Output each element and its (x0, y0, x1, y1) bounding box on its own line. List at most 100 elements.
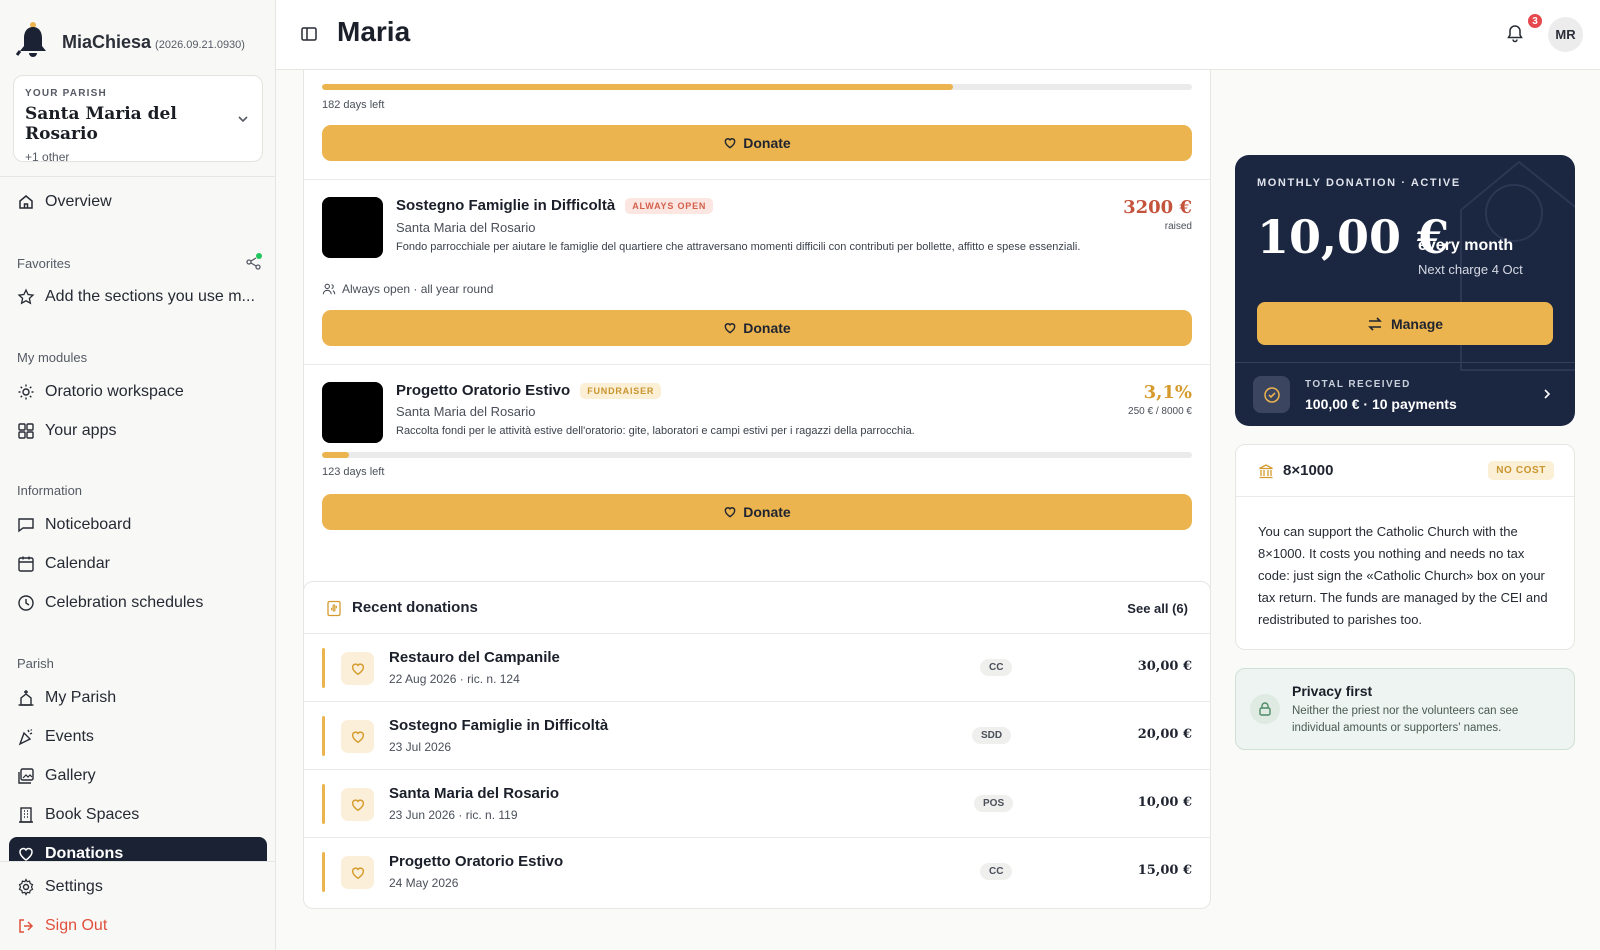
monthly-donation-card: MONTHLY DONATION · ACTIVE 10,00 € every … (1235, 155, 1575, 426)
campaign-tag-fundraiser: FUNDRAISER (580, 382, 662, 399)
row-accent-bar (322, 852, 325, 892)
table-row[interactable]: Sostegno Famiglie in Difficoltà 23 Jul 20… (304, 702, 1210, 770)
donate-button[interactable]: Donate (322, 125, 1192, 161)
notification-bell-icon[interactable] (1505, 23, 1525, 48)
campaign-thumbnail (322, 197, 383, 258)
parish-selector[interactable]: YOUR PARISH Santa Maria del Rosario +1 o… (13, 75, 263, 164)
donation-date: 23 Jul 2026 (389, 740, 452, 754)
check-badge-icon (1253, 376, 1290, 413)
sidebar-toggle-icon[interactable] (300, 25, 318, 48)
donate-label: Donate (743, 320, 791, 336)
no-cost-badge: NO COST (1488, 461, 1554, 480)
heart-icon (724, 323, 736, 334)
campaign-parish: Santa Maria del Rosario (396, 220, 536, 235)
sidebar-item-label: Celebration schedules (45, 594, 204, 611)
see-all-link[interactable]: See all (6) (1127, 601, 1188, 616)
campaign-progress-bar (322, 84, 1192, 90)
home-icon (19, 195, 33, 209)
sidebar-item-events[interactable]: Events (9, 720, 267, 754)
heart-icon (724, 507, 736, 518)
campaign-title-text: Sostegno Famiglie in Difficoltà (396, 197, 616, 214)
sidebar-item-oratorio-workspace[interactable]: Oratorio workspace (9, 375, 267, 409)
sidebar-item-settings[interactable]: Settings (9, 870, 267, 904)
campaign-thumbnail (322, 382, 383, 443)
donation-amount: 10,00 € (1137, 795, 1192, 810)
table-row[interactable]: Santa Maria del Rosario 23 Jun 2026 · ric… (304, 770, 1210, 838)
campaign-tag-always-open: ALWAYS OPEN (625, 197, 714, 214)
donation-amount: 20,00 € (1137, 727, 1192, 742)
campaign-amount-sub: 250 € / 8000 € (1128, 406, 1192, 417)
lock-icon (1250, 694, 1280, 724)
message-icon (18, 518, 34, 533)
sidebar-item-overview[interactable]: Overview (9, 185, 267, 219)
recent-donations-header: Recent donations See all (6) (304, 582, 1210, 634)
main-content: 182 days left Donate Sostegno Famiglie i… (276, 70, 1600, 950)
sidebar-item-donations[interactable]: Donations (9, 837, 267, 861)
sidebar-item-add-favorites[interactable]: Add the sections you use m... (9, 280, 267, 314)
campaign-title-text: Progetto Oratorio Estivo (396, 382, 571, 399)
campaign-footer: Always open · all year round (322, 282, 493, 296)
sidebar-item-book-spaces[interactable]: Book Spaces (9, 798, 267, 832)
heart-icon (341, 652, 374, 685)
gallery-icon (18, 768, 34, 784)
users-icon (322, 283, 336, 295)
sun-icon (18, 384, 34, 400)
logout-icon (19, 919, 34, 933)
recent-donations-card: Recent donations See all (6) Restauro de… (303, 581, 1211, 909)
heart-icon (724, 138, 736, 149)
sidebar-item-label: Sign Out (45, 917, 108, 934)
table-row[interactable]: Progetto Oratorio Estivo 24 May 2026 CC 15,… (304, 838, 1210, 906)
sidebar-item-celebration-schedules[interactable]: Celebration schedules (9, 586, 267, 620)
campaign-title[interactable]: Sostegno Famiglie in Difficoltà ALWAYS O… (396, 197, 714, 214)
row-accent-bar (322, 784, 325, 824)
sidebar-item-gallery[interactable]: Gallery (9, 759, 267, 793)
payment-method-badge: CC (980, 863, 1013, 880)
sidebar-item-sign-out[interactable]: Sign Out (9, 909, 267, 943)
privacy-title: Privacy first (1292, 683, 1373, 699)
app-version: (2026.09.21.0930) (155, 38, 245, 51)
avatar[interactable]: MR (1548, 17, 1583, 52)
heart-icon (341, 788, 374, 821)
swap-icon (1368, 316, 1382, 331)
monthly-divider (1235, 362, 1575, 363)
donate-button[interactable]: Donate (322, 310, 1192, 346)
section-parish: Parish (17, 656, 54, 671)
donate-button[interactable]: Donate (322, 494, 1192, 530)
otto-per-mille-header: 8×1000 NO COST (1236, 445, 1574, 497)
chevron-down-icon (236, 112, 250, 131)
table-row[interactable]: Restauro del Campanile 22 Aug 2026 · ric.… (304, 634, 1210, 702)
otto-per-mille-card: 8×1000 NO COST You can support the Catho… (1235, 444, 1575, 650)
otto-per-mille-title: 8×1000 (1283, 462, 1334, 479)
donation-date: 24 May 2026 (389, 876, 459, 890)
campaign-amount: 3200 € raised (1123, 197, 1192, 232)
sidebar-item-label: Book Spaces (45, 806, 140, 823)
sidebar-item-your-apps[interactable]: Your apps (9, 414, 267, 448)
donate-label: Donate (743, 135, 791, 151)
donation-name: Progetto Oratorio Estivo (389, 853, 564, 870)
campaign-title[interactable]: Progetto Oratorio Estivo FUNDRAISER (396, 382, 662, 399)
parish-name: Santa Maria del Rosario (25, 104, 177, 144)
top-header: Maria 3 MR (276, 0, 1600, 70)
sidebar-item-label: Donations (45, 845, 124, 861)
chevron-right-icon[interactable] (1541, 387, 1553, 405)
sidebar-item-label: Calendar (45, 555, 110, 572)
campaign-days-left: 182 days left (322, 99, 385, 111)
sidebar-item-calendar[interactable]: Calendar (9, 547, 267, 581)
donation-name: Restauro del Campanile (389, 649, 560, 666)
campaign-amount: 3,1% 250 € / 8000 € (1128, 382, 1192, 417)
monthly-donation-status: MONTHLY DONATION · ACTIVE (1257, 177, 1461, 189)
brand[interactable]: MiaChiesa (2026.09.21.0930) (15, 20, 245, 64)
share-icon[interactable] (245, 253, 263, 276)
sidebar-item-noticeboard[interactable]: Noticeboard (9, 508, 267, 542)
notification-count-badge: 3 (1526, 12, 1544, 30)
campaign-amount-value: 3200 € (1123, 197, 1192, 218)
campaign-parish: Santa Maria del Rosario (396, 404, 536, 419)
sidebar-item-label: Noticeboard (45, 516, 132, 533)
sidebar-item-my-parish[interactable]: My Parish (9, 681, 267, 715)
heart-icon (19, 847, 33, 861)
campaign-description: Fondo parrocchiale per aiutare le famigl… (396, 241, 1081, 253)
manage-button[interactable]: Manage (1257, 302, 1553, 345)
party-icon (18, 729, 33, 746)
donation-date: 23 Jun 2026 · ric. n. 119 (389, 808, 518, 822)
donate-label: Donate (743, 504, 791, 520)
